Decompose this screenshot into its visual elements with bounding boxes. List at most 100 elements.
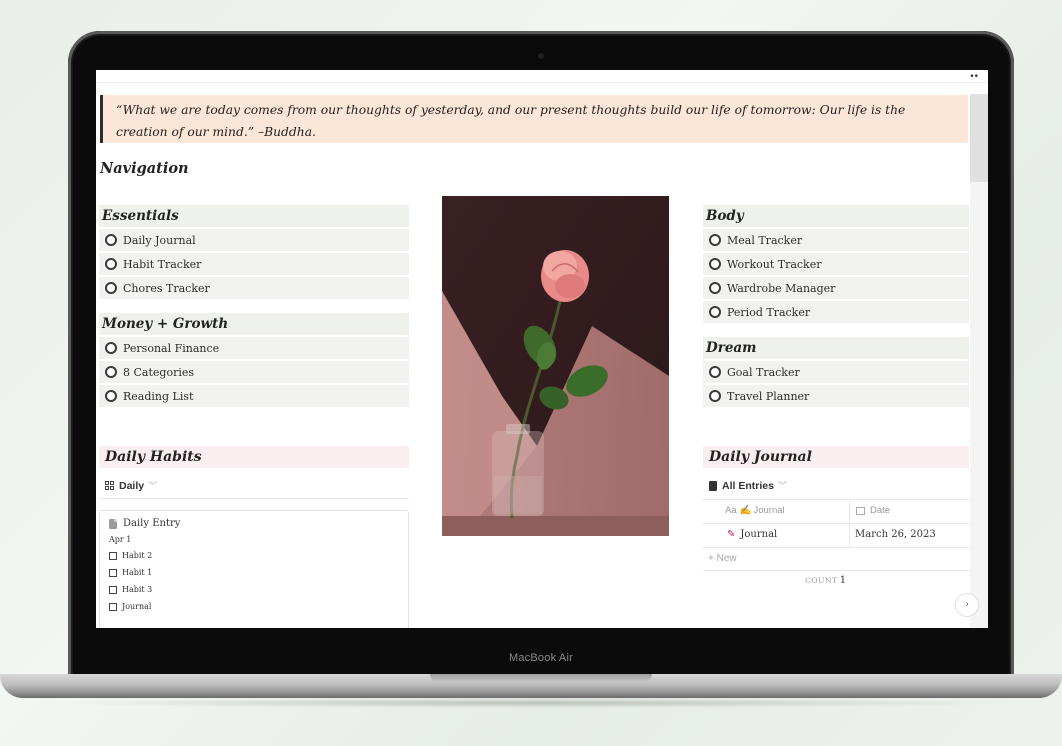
navigation-heading: Navigation	[100, 160, 189, 177]
nav-item-label: Travel Planner	[727, 389, 810, 403]
dream-section: Dream Goal Tracker Travel Planner	[703, 337, 969, 409]
bullet-icon	[709, 306, 721, 318]
bullet-icon	[709, 282, 721, 294]
checkbox-habit-2[interactable]: Habit 2	[109, 551, 152, 560]
checkbox-label: Habit 1	[122, 568, 153, 577]
new-row-button[interactable]: + New	[708, 553, 737, 564]
calendar-icon	[856, 506, 865, 515]
table-header-border	[703, 523, 969, 524]
bullet-icon	[105, 390, 117, 402]
chevron-down-icon: ﹀	[148, 481, 158, 491]
checkbox-habit-1[interactable]: Habit 1	[109, 568, 152, 577]
body-section: Body Meal Tracker Workout Tracker Wardro…	[703, 205, 969, 325]
column-header-date[interactable]: Date	[856, 505, 890, 516]
nav-item-label: 8 Categories	[123, 365, 194, 379]
chevron-down-icon: ﹀	[777, 481, 787, 491]
book-icon	[709, 480, 717, 491]
laptop-shadow	[40, 698, 1022, 708]
nav-item-label: Wardrobe Manager	[727, 281, 836, 295]
table-row-journal-name[interactable]: ✎ Journal	[727, 529, 777, 540]
column-header-journal[interactable]: Aa ✍ Journal	[725, 505, 785, 516]
divider	[99, 498, 409, 499]
bullet-icon	[709, 366, 721, 378]
top-divider	[96, 82, 988, 83]
checkbox-journal[interactable]: Journal	[109, 602, 151, 611]
nav-item-period-tracker[interactable]: Period Tracker	[703, 301, 969, 323]
table-top-border	[703, 499, 969, 500]
help-icon: ›	[965, 600, 969, 610]
rose-photo	[442, 196, 669, 536]
checkbox-icon	[109, 585, 117, 594]
checkbox-habit-3[interactable]: Habit 3	[109, 585, 152, 594]
essentials-heading: Essentials	[99, 205, 409, 227]
cell-text: March 26, 2023	[855, 529, 936, 540]
nav-item-8-categories[interactable]: 8 Categories	[99, 361, 409, 383]
checkbox-icon	[109, 568, 117, 577]
count-value: 1	[839, 575, 847, 586]
nav-item-reading-list[interactable]: Reading List	[99, 385, 409, 407]
nav-item-label: Chores Tracker	[123, 281, 210, 295]
nav-item-label: Habit Tracker	[123, 257, 202, 271]
nav-item-label: Daily Journal	[123, 233, 196, 247]
view-tab-label: All Entries	[722, 479, 774, 492]
body-heading: Body	[703, 205, 969, 227]
daily-habits-heading: Daily Habits	[99, 446, 409, 468]
pencil-icon: ✎	[727, 529, 736, 540]
nav-item-label: Reading List	[123, 389, 194, 403]
bullet-icon	[105, 258, 117, 270]
nav-item-meal-tracker[interactable]: Meal Tracker	[703, 229, 969, 251]
card-title: Daily Entry	[109, 518, 180, 529]
nav-item-habit-tracker[interactable]: Habit Tracker	[99, 253, 409, 275]
document-icon	[109, 518, 117, 529]
nav-item-goal-tracker[interactable]: Goal Tracker	[703, 361, 969, 383]
nav-item-label: Personal Finance	[123, 341, 220, 355]
daily-entry-card[interactable]: Daily Entry Apr 1 Habit 2 Habit 1 Habit …	[99, 510, 409, 628]
bullet-icon	[105, 282, 117, 294]
bullet-icon	[105, 342, 117, 354]
help-button[interactable]: ›	[955, 593, 979, 617]
column-header-label: Date	[870, 505, 891, 516]
count-summary[interactable]: COUNT 1	[805, 575, 846, 586]
more-dots-icon[interactable]: ••	[969, 72, 979, 82]
quote-text: “What we are today comes from our though…	[116, 103, 906, 139]
bullet-icon	[709, 390, 721, 402]
quote-callout: “What we are today comes from our though…	[100, 95, 968, 143]
camera-icon	[538, 53, 544, 59]
nav-item-label: Goal Tracker	[727, 365, 800, 379]
nav-item-daily-journal[interactable]: Daily Journal	[99, 229, 409, 251]
bullet-icon	[105, 366, 117, 378]
view-tab-all-entries[interactable]: All Entries ﹀	[709, 479, 787, 492]
table-row-journal-date[interactable]: March 26, 2023	[855, 529, 936, 540]
scrollbar-thumb[interactable]	[970, 94, 988, 182]
new-row-label: New	[716, 553, 737, 564]
bullet-icon	[105, 234, 117, 246]
money-growth-heading: Money + Growth	[99, 313, 409, 335]
text-type-icon: Aa	[725, 505, 737, 516]
app-screen: •• “What we are today comes from our tho…	[96, 70, 988, 628]
device-label: MacBook Air	[509, 652, 573, 664]
gallery-icon	[105, 481, 114, 490]
column-header-label: Journal	[753, 505, 785, 516]
checkbox-label: Journal	[122, 602, 152, 611]
nav-item-label: Workout Tracker	[727, 257, 822, 271]
nav-item-label: Meal Tracker	[727, 233, 803, 247]
nav-item-chores-tracker[interactable]: Chores Tracker	[99, 277, 409, 299]
checkbox-label: Habit 2	[122, 551, 153, 560]
bullet-icon	[709, 234, 721, 246]
nav-item-travel-planner[interactable]: Travel Planner	[703, 385, 969, 407]
count-label: COUNT	[805, 576, 838, 585]
dream-heading: Dream	[703, 337, 969, 359]
daily-journal-heading: Daily Journal	[703, 446, 969, 468]
table-bottom-border	[703, 570, 969, 571]
checkbox-label: Habit 3	[122, 585, 153, 594]
nav-item-workout-tracker[interactable]: Workout Tracker	[703, 253, 969, 275]
checkbox-icon	[109, 602, 117, 611]
laptop-notch	[430, 674, 652, 682]
nav-item-wardrobe-manager[interactable]: Wardrobe Manager	[703, 277, 969, 299]
pencil-emoji-icon: ✍	[739, 505, 752, 516]
view-tab-daily[interactable]: Daily ﹀	[105, 479, 157, 492]
table-row-border	[703, 547, 969, 548]
cell-text: Journal	[740, 529, 778, 540]
plus-icon: +	[708, 553, 717, 564]
nav-item-personal-finance[interactable]: Personal Finance	[99, 337, 409, 359]
